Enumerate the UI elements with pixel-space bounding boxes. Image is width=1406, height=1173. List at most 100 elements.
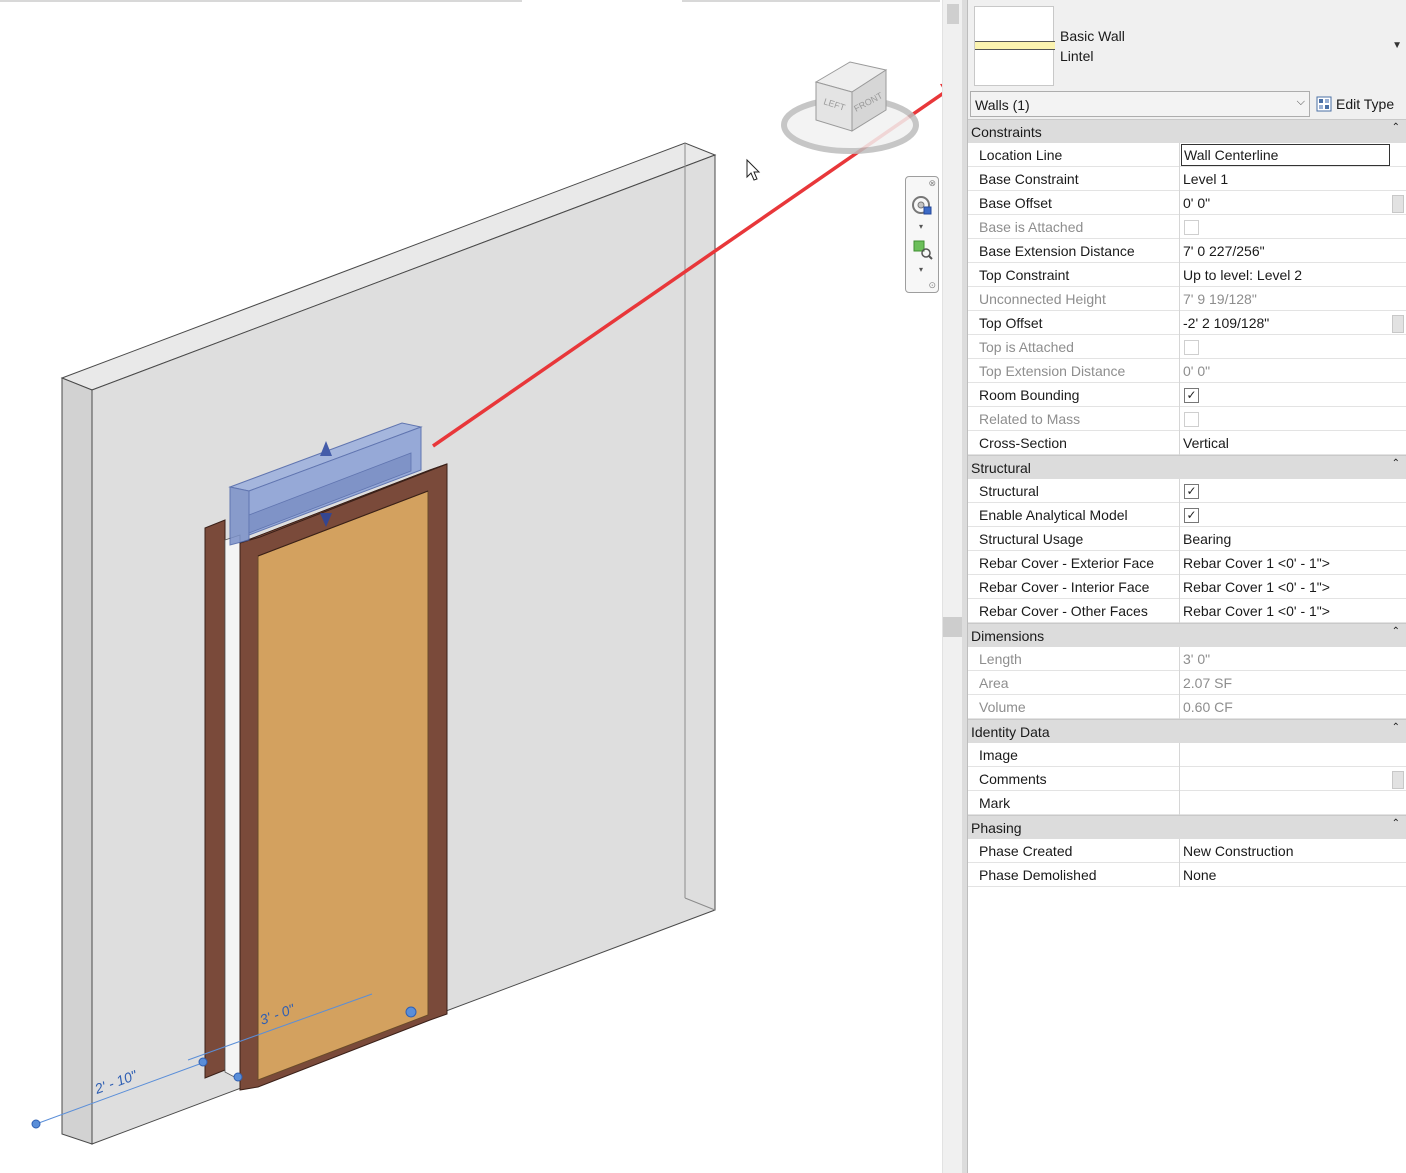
property-row-comments[interactable]: Comments (968, 767, 1406, 791)
group-header-constraints[interactable]: Constraints ⌃ (968, 119, 1406, 143)
chevron-down-icon[interactable]: ⌵ (1297, 96, 1305, 109)
property-value[interactable] (1181, 767, 1390, 791)
property-row-rebar-cover-exterior-face[interactable]: Rebar Cover - Exterior Face Rebar Cover 1… (968, 551, 1406, 575)
property-row-top-offset[interactable]: Top Offset -2' 2 109/128" (968, 311, 1406, 335)
collapse-icon[interactable]: ⌃ (1392, 122, 1400, 133)
property-name: Location Line (968, 143, 1180, 167)
door-panel[interactable] (257, 490, 429, 1081)
property-name: Volume (968, 695, 1180, 719)
chevron-down-icon[interactable]: ▾ (919, 266, 923, 274)
property-value[interactable]: None (1181, 863, 1390, 887)
property-value: 7' 9 19/128" (1183, 291, 1257, 307)
edit-type-icon (1316, 96, 1332, 112)
row-scroll-handle[interactable] (1392, 195, 1404, 213)
viewport-scrollbar[interactable] (942, 0, 963, 1173)
checkbox-checked[interactable]: ✓ (1184, 388, 1199, 403)
type-family-label: Basic Wall (1060, 28, 1125, 44)
property-value[interactable]: -2' 2 109/128" (1181, 311, 1390, 335)
group-header-label: Dimensions (971, 628, 1045, 644)
property-name: Length (968, 647, 1180, 671)
3d-scene[interactable]: 2' - 10" 3' - 0" LEFT FRONT (0, 0, 942, 1173)
edit-type-button[interactable]: Edit Type (1314, 93, 1394, 115)
property-row-enable-analytical-model[interactable]: Enable Analytical Model ✓ (968, 503, 1406, 527)
property-name: Unconnected Height (968, 287, 1180, 311)
property-value: 0.60 CF (1183, 699, 1233, 715)
property-row-phase-demolished[interactable]: Phase Demolished None (968, 863, 1406, 887)
property-name: Base Extension Distance (968, 239, 1180, 263)
property-name: Room Bounding (968, 383, 1180, 407)
property-row-mark[interactable]: Mark (968, 791, 1406, 815)
zoom-region-icon[interactable] (912, 239, 934, 261)
group-header-identity-data[interactable]: Identity Data ⌃ (968, 719, 1406, 743)
collapse-icon[interactable]: ⌃ (1392, 818, 1400, 829)
3d-viewport[interactable]: 2' - 10" 3' - 0" LEFT FRONT ⊗ ▾ ▾ ⊙ (0, 0, 942, 1173)
checkbox-checked[interactable]: ✓ (1184, 508, 1199, 523)
property-row-room-bounding[interactable]: Room Bounding ✓ (968, 383, 1406, 407)
group-header-dimensions[interactable]: Dimensions ⌃ (968, 623, 1406, 647)
property-row-image[interactable]: Image (968, 743, 1406, 767)
scrollbar-thumb[interactable] (947, 4, 959, 24)
property-value[interactable]: Level 1 (1181, 167, 1390, 191)
property-value[interactable]: Rebar Cover 1 <0' - 1"> (1181, 599, 1390, 623)
element-filter-dropdown[interactable]: Walls (1) ⌵ (970, 91, 1310, 117)
view-top-edge (0, 0, 522, 2)
mouse-cursor-icon (746, 158, 761, 181)
property-value[interactable]: Rebar Cover 1 <0' - 1"> (1181, 551, 1390, 575)
property-value[interactable]: Rebar Cover 1 <0' - 1"> (1181, 575, 1390, 599)
door[interactable] (204, 463, 448, 1091)
property-row-volume: Volume 0.60 CF (968, 695, 1406, 719)
navigation-bar[interactable]: ⊗ ▾ ▾ ⊙ (905, 176, 939, 293)
collapse-icon[interactable]: ⌃ (1392, 722, 1400, 733)
property-row-phase-created[interactable]: Phase Created New Construction (968, 839, 1406, 863)
property-row-rebar-cover-interior-face[interactable]: Rebar Cover - Interior Face Rebar Cover 1… (968, 575, 1406, 599)
property-row-top-constraint[interactable]: Top Constraint Up to level: Level 2 (968, 263, 1406, 287)
property-row-structural-usage[interactable]: Structural Usage Bearing (968, 527, 1406, 551)
property-value[interactable]: Bearing (1181, 527, 1390, 551)
property-row-top-extension-distance: Top Extension Distance 0' 0" (968, 359, 1406, 383)
property-row-rebar-cover-other-faces[interactable]: Rebar Cover - Other Faces Rebar Cover 1 <… (968, 599, 1406, 623)
row-scroll-handle[interactable] (1392, 315, 1404, 333)
property-name: Mark (968, 791, 1180, 815)
property-value[interactable]: New Construction (1181, 839, 1390, 863)
steering-wheel-icon[interactable] (911, 195, 933, 217)
property-name: Rebar Cover - Exterior Face (968, 551, 1180, 575)
chevron-down-icon[interactable]: ▾ (919, 223, 923, 231)
dimension-grip[interactable] (233, 1072, 243, 1082)
property-value[interactable]: Up to level: Level 2 (1181, 263, 1390, 287)
property-row-base-constraint[interactable]: Base Constraint Level 1 (968, 167, 1406, 191)
close-icon[interactable]: ⊗ (928, 178, 936, 188)
dimension-grip[interactable] (31, 1119, 41, 1129)
property-value[interactable]: 7' 0 227/256" (1181, 239, 1390, 263)
group-header-label: Identity Data (971, 724, 1050, 740)
chevron-down-icon[interactable]: ▼ (1392, 40, 1402, 51)
property-value[interactable]: Vertical (1181, 431, 1390, 455)
group-header-structural[interactable]: Structural ⌃ (968, 455, 1406, 479)
property-row-base-extension-distance[interactable]: Base Extension Distance 7' 0 227/256" (968, 239, 1406, 263)
dimension-grip[interactable] (405, 1006, 417, 1018)
property-name: Top is Attached (968, 335, 1180, 359)
property-value[interactable] (1181, 743, 1390, 767)
property-row-location-line[interactable]: Location Line Wall Centerline (968, 143, 1406, 167)
scrollbar-handle[interactable] (943, 617, 963, 637)
property-value: 3' 0" (1183, 651, 1211, 667)
property-value[interactable]: 0' 0" (1181, 191, 1390, 215)
type-selector[interactable]: Basic Wall Lintel ▼ (968, 0, 1406, 89)
dimension-grip[interactable] (198, 1057, 208, 1067)
checkbox-checked[interactable]: ✓ (1184, 484, 1199, 499)
group-header-phasing[interactable]: Phasing ⌃ (968, 815, 1406, 839)
property-value[interactable]: Wall Centerline (1181, 144, 1390, 166)
door-opening-reveal (224, 534, 241, 1081)
collapse-icon[interactable]: ⌃ (1392, 626, 1400, 637)
property-value: 2.07 SF (1183, 675, 1233, 691)
options-icon[interactable]: ⊙ (928, 280, 936, 290)
row-scroll-handle[interactable] (1392, 771, 1404, 789)
property-row-base-offset[interactable]: Base Offset 0' 0" (968, 191, 1406, 215)
collapse-icon[interactable]: ⌃ (1392, 458, 1400, 469)
property-row-cross-section[interactable]: Cross-Section Vertical (968, 431, 1406, 455)
viewcube[interactable]: LEFT FRONT (781, 61, 919, 154)
property-row-structural[interactable]: Structural ✓ (968, 479, 1406, 503)
property-name: Base Constraint (968, 167, 1180, 191)
property-name: Base Offset (968, 191, 1180, 215)
property-value[interactable] (1181, 791, 1390, 815)
property-name: Base is Attached (968, 215, 1180, 239)
